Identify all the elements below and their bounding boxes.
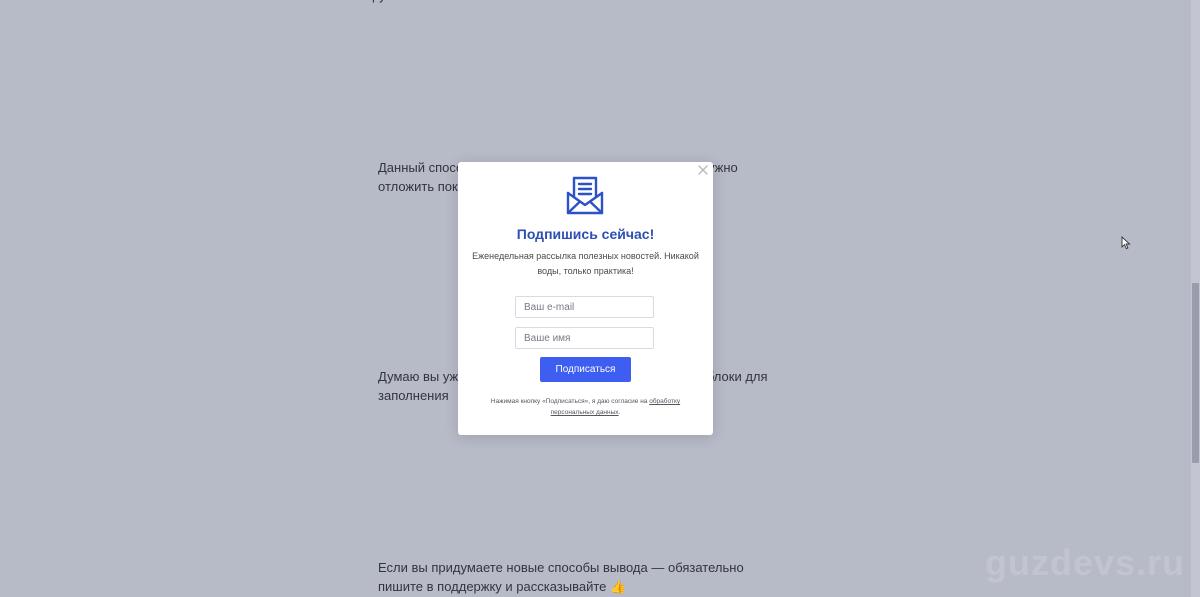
watermark-text: guzdevs.ru — [985, 542, 1186, 583]
consent-end: . — [618, 409, 621, 416]
name-input[interactable] — [515, 327, 654, 349]
subscribe-button[interactable]: Подписаться — [540, 357, 631, 382]
subscribe-popup: Подпишись сейчас! Еженедельная рассылка … — [458, 162, 713, 435]
page-scrollbar[interactable] — [1191, 0, 1200, 597]
close-icon[interactable] — [697, 164, 709, 176]
popup-description: Еженедельная рассылка полезных новостей.… — [472, 251, 699, 276]
mouse-cursor-icon — [1121, 236, 1131, 250]
article-top-fragment: ру — [372, 0, 386, 3]
envelope-icon — [566, 176, 604, 215]
popup-title: Подпишись сейчас! — [516, 226, 655, 242]
consent-note: Нажимая кнопку «Подписаться», я даю согл… — [472, 396, 699, 418]
scrollbar-thumb[interactable] — [1192, 283, 1199, 463]
consent-text: Нажимая кнопку «Подписаться», я даю согл… — [490, 398, 650, 405]
article-paragraph-3: Если вы придумаете новые способы вывода … — [378, 560, 744, 594]
email-input[interactable] — [515, 296, 654, 318]
